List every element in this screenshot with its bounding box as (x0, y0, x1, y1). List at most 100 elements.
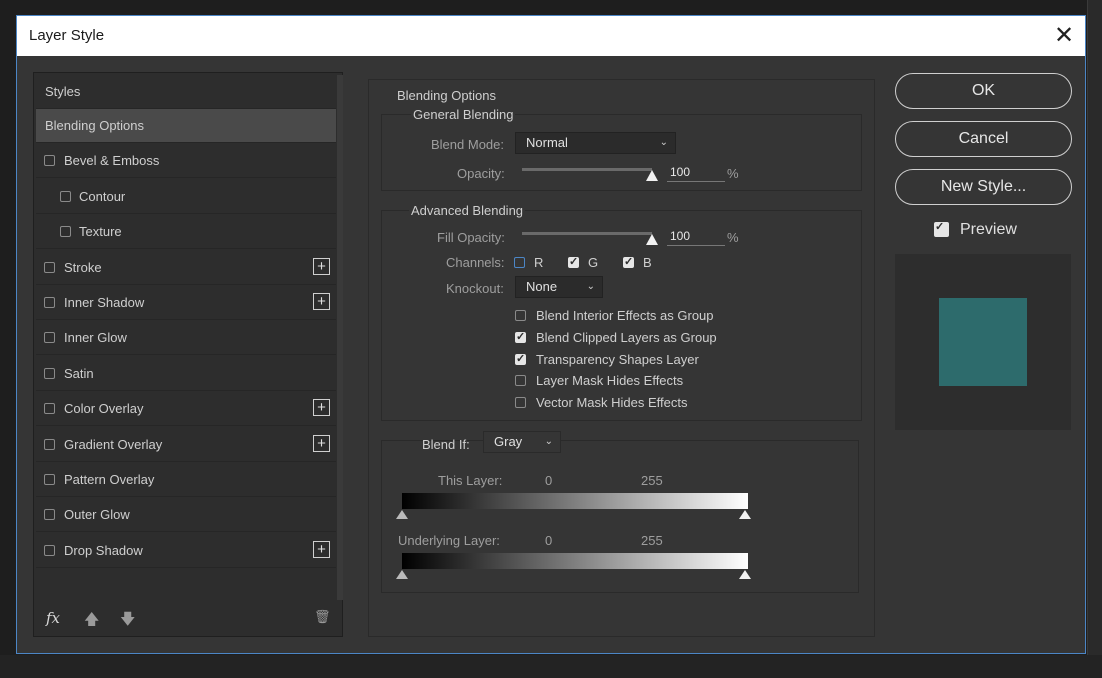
channel-checkbox[interactable] (623, 255, 634, 268)
style-item[interactable]: Outer Glow (36, 498, 336, 533)
style-item[interactable]: Color Overlay + (36, 392, 336, 427)
styles-header[interactable]: Styles (36, 75, 336, 109)
style-item[interactable]: Bevel & Emboss (36, 144, 336, 179)
style-checkbox[interactable] (44, 297, 55, 308)
channel-label: R (534, 255, 544, 270)
move-down-icon[interactable]: 🡇 (120, 609, 135, 634)
style-checkbox[interactable] (60, 226, 71, 238)
option-checkbox[interactable] (515, 310, 526, 321)
opacity-slider-track[interactable] (522, 168, 652, 171)
style-item-label: Contour (79, 188, 126, 204)
chevron-down-icon: ⌄ (544, 436, 553, 447)
option-checkbox[interactable] (515, 352, 526, 365)
fx-icon[interactable]: fx (46, 609, 60, 627)
opacity-percent: % (727, 166, 739, 181)
underlying-layer-max: 255 (641, 533, 663, 548)
blend-mode-dropdown[interactable]: Normal ⌄ (515, 132, 676, 154)
fill-opacity-percent: % (727, 230, 739, 245)
title-bar: Layer Style ✕ (17, 16, 1085, 56)
cancel-button[interactable]: Cancel (895, 121, 1072, 157)
advanced-blending-group: Advanced Blending Fill Opacity: 100 % Ch… (381, 203, 862, 421)
underlying-layer-gradient (402, 553, 748, 569)
option-checkbox[interactable] (515, 330, 526, 343)
opacity-input[interactable]: 100 (667, 165, 725, 182)
ok-button[interactable]: OK (895, 73, 1072, 109)
style-item[interactable]: Drop Shadow + (36, 534, 336, 568)
option-checkbox[interactable] (515, 397, 526, 409)
style-checkbox[interactable] (44, 261, 55, 273)
style-checkbox[interactable] (44, 332, 55, 344)
add-effect-button[interactable]: + (313, 540, 330, 558)
style-checkbox[interactable] (44, 474, 55, 485)
fill-opacity-slider-handle[interactable] (646, 234, 658, 245)
style-item-label: Inner Shadow (64, 295, 145, 310)
blend-if-label: Blend If: (422, 437, 470, 452)
style-item[interactable]: Stroke + (36, 251, 336, 285)
style-item-label: Pattern Overlay (64, 472, 155, 487)
opacity-label: Opacity: (457, 166, 505, 181)
this-layer-gradient (402, 493, 748, 509)
channel-checkbox[interactable] (514, 257, 525, 268)
knockout-label: Knockout: (446, 281, 504, 296)
preview-checkbox[interactable] (934, 220, 949, 237)
trash-icon[interactable]: 🗑 (314, 609, 331, 625)
underlying-white-slider[interactable] (739, 570, 751, 579)
style-checkbox[interactable] (44, 438, 55, 450)
add-effect-button[interactable]: + (313, 257, 330, 275)
add-effect-button[interactable]: + (313, 434, 330, 452)
add-effect-button[interactable]: + (313, 399, 330, 417)
styles-scrollbar[interactable] (337, 75, 343, 600)
blend-if-dropdown[interactable]: Gray ⌄ (483, 431, 561, 453)
option-label: Blend Interior Effects as Group (536, 308, 714, 323)
underlying-black-slider[interactable] (396, 570, 408, 579)
preview-swatch (939, 298, 1027, 386)
blend-mode-value: Normal (526, 135, 568, 150)
new-style-button[interactable]: New Style... (895, 169, 1072, 205)
this-layer-black-slider[interactable] (396, 510, 408, 519)
styles-list-panel: Styles Blending Options Bevel & Emboss Con… (33, 72, 343, 637)
knockout-value: None (526, 279, 558, 294)
chevron-down-icon: ⌄ (659, 137, 668, 148)
style-item-label: Satin (64, 365, 94, 381)
this-layer-min: 0 (545, 473, 553, 488)
style-item[interactable]: Gradient Overlay + (36, 428, 336, 462)
style-item[interactable]: Contour (36, 180, 336, 214)
style-item[interactable]: Pattern Overlay (36, 463, 336, 497)
chevron-down-icon: ⌄ (586, 281, 595, 292)
style-item[interactable]: Texture (36, 215, 336, 250)
option-label: Vector Mask Hides Effects (536, 395, 688, 411)
this-layer-white-slider[interactable] (739, 510, 751, 519)
style-item[interactable]: Satin (36, 357, 336, 391)
style-checkbox[interactable] (44, 544, 55, 556)
preview-toggle[interactable]: Preview (934, 220, 1054, 240)
option-checkbox[interactable] (515, 375, 526, 387)
style-checkbox[interactable] (44, 155, 55, 167)
blending-options-panel: Blending Options General Blending Blend … (368, 79, 875, 637)
general-blending-title: General Blending (411, 107, 516, 122)
style-checkbox[interactable] (44, 509, 55, 521)
style-item-label: Blending Options (45, 118, 145, 133)
background-app-panel (1087, 0, 1102, 678)
move-up-icon[interactable]: 🡅 (84, 609, 99, 634)
knockout-dropdown[interactable]: None ⌄ (515, 276, 603, 298)
styles-toolbar: fx 🡅 🡇 🗑 (36, 603, 336, 635)
style-checkbox[interactable] (60, 190, 71, 202)
style-item-label: Drop Shadow (64, 542, 143, 558)
channel-checkbox[interactable] (568, 255, 579, 268)
blend-if-group: Blend If: Gray ⌄ This Layer: 0 255 Under… (381, 431, 859, 593)
opacity-slider-handle[interactable] (646, 170, 658, 181)
close-icon: ✕ (1053, 22, 1075, 49)
fill-opacity-slider-track[interactable] (522, 232, 652, 235)
dialog-title: Layer Style (29, 27, 105, 44)
add-effect-button[interactable]: + (313, 293, 330, 310)
fill-opacity-input[interactable]: 100 (667, 229, 725, 246)
close-button[interactable]: ✕ (1047, 20, 1081, 52)
style-item[interactable]: Inner Glow (36, 321, 336, 356)
style-checkbox[interactable] (44, 367, 55, 379)
blend-if-value: Gray (494, 434, 523, 449)
style-item[interactable]: Inner Shadow + (36, 286, 336, 320)
preview-label: Preview (960, 221, 1017, 238)
style-checkbox[interactable] (44, 403, 55, 415)
style-item[interactable]: Blending Options (36, 109, 336, 143)
styles-header-label: Styles (45, 84, 81, 99)
